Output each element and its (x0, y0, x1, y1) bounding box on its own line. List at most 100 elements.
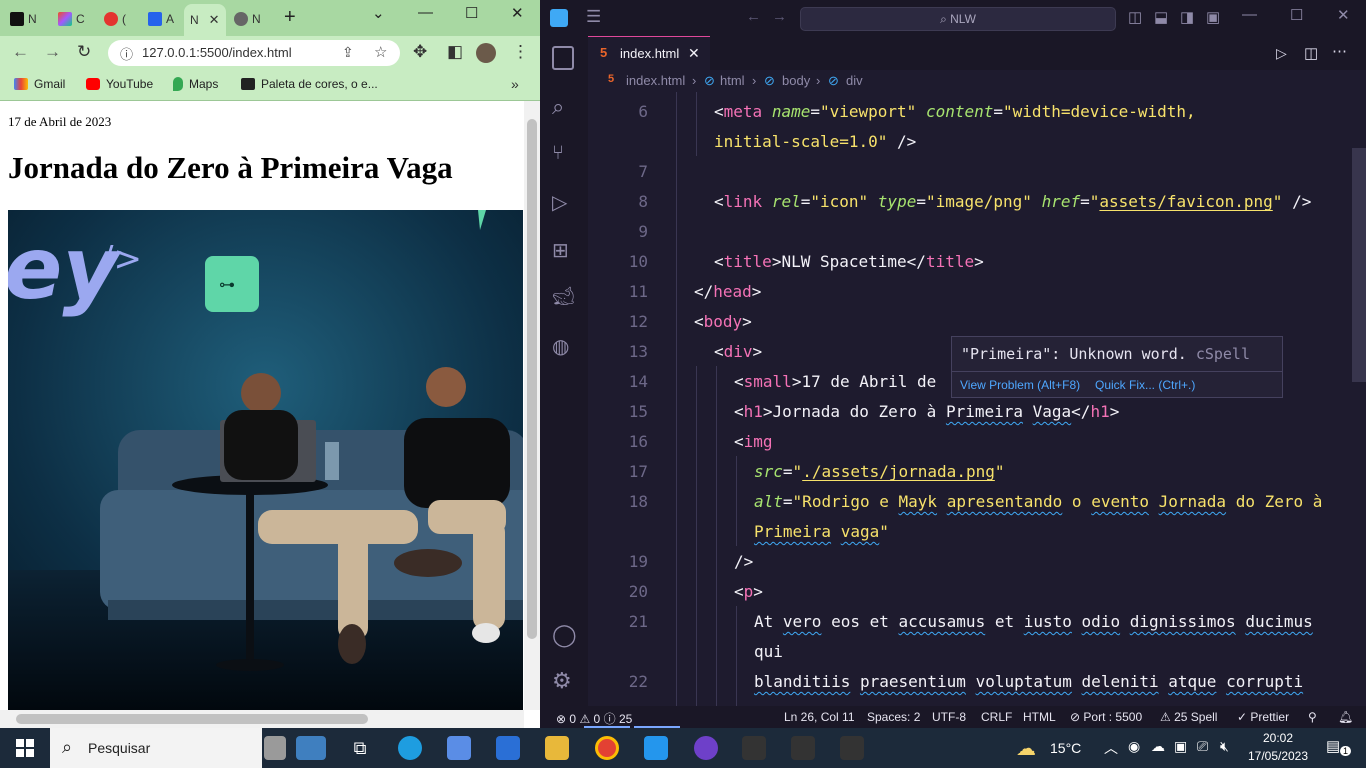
settings-gear-icon[interactable]: ⚙ (552, 668, 576, 693)
quick-fix-link[interactable]: Quick Fix... (Ctrl+.) (1095, 378, 1195, 392)
bookmark-maps[interactable]: Maps (173, 77, 218, 91)
task-view-icon[interactable]: ⧉ (348, 736, 372, 760)
code-editor[interactable]: 6 7 8 9 10 11 12 13 14 15 16 17 18 19 20… (588, 92, 1354, 706)
toggle-panel-icon[interactable]: ⬓ (1154, 8, 1168, 26)
git-graph-icon[interactable]: ◍ (552, 334, 576, 358)
meet-icon[interactable]: ◉ (1128, 738, 1140, 755)
editor-tab-index-html[interactable]: 5 index.html ✕ (588, 36, 710, 71)
browser-tab[interactable]: N (10, 6, 37, 32)
volume-icon[interactable]: 🔇︎ (1220, 738, 1229, 755)
indentation[interactable]: Spaces: 2 (867, 710, 920, 724)
menu-icon[interactable]: ☰ (586, 7, 601, 27)
avatar[interactable] (476, 43, 496, 63)
source-control-icon[interactable]: ⑂ (552, 142, 576, 166)
explorer-icon[interactable] (552, 46, 574, 70)
browser-tab[interactable]: N (234, 6, 261, 32)
trash-icon[interactable] (264, 736, 286, 760)
file-explorer-icon[interactable] (545, 736, 569, 760)
app-icon[interactable] (742, 736, 766, 760)
maximize-icon[interactable]: ☐ (465, 4, 478, 22)
back-icon[interactable]: ← (12, 42, 29, 62)
prettier-status[interactable]: ✓ Prettier (1237, 710, 1289, 724)
split-editor-icon[interactable]: ◫ (1304, 44, 1318, 62)
bookmark-paleta[interactable]: Paleta de cores, o e... (241, 77, 378, 91)
more-menu-icon[interactable]: ⋮ (512, 42, 529, 62)
breadcrumb-item[interactable]: body (782, 73, 810, 88)
new-tab-icon[interactable]: + (284, 6, 296, 29)
layout-icon[interactable]: ▣ (1206, 8, 1220, 26)
share-icon[interactable]: ⇪ (342, 44, 354, 61)
extensions-icon[interactable]: ⊞ (552, 238, 576, 262)
github-desktop-icon[interactable] (694, 736, 718, 760)
search-icon[interactable]: ⌕ (552, 94, 576, 119)
toggle-secondary-sidebar-icon[interactable]: ◨ (1180, 8, 1194, 26)
breadcrumb-item[interactable]: index.html (626, 73, 685, 88)
network-icon[interactable]: ⎚ (1197, 738, 1208, 755)
notification-center-icon[interactable]: ▤ (1326, 737, 1340, 755)
accounts-icon[interactable]: ⚲ (1308, 710, 1317, 724)
close-window-icon[interactable]: ✕ (1337, 6, 1350, 24)
windows-start-icon[interactable] (16, 739, 34, 757)
forward-icon[interactable]: → (44, 42, 61, 62)
site-info-icon[interactable]: ⓘ (120, 44, 133, 63)
problems-indicator[interactable]: ⊗ 0 ⚠ 0 ⓘ 25 (556, 710, 632, 727)
editor-vertical-scrollbar[interactable] (1352, 92, 1366, 706)
docker-icon[interactable]: 🐋︎ (552, 286, 576, 310)
live-server-port[interactable]: ⊘ Port : 5500 (1070, 710, 1142, 724)
close-tab-icon[interactable]: ✕ (688, 45, 700, 62)
address-bar[interactable]: ⓘ 127.0.0.1:5500/index.html ⇪ ☆ (108, 40, 400, 66)
more-actions-icon[interactable]: ⋯ (1332, 42, 1347, 60)
close-tab-icon[interactable]: ✕ (209, 12, 220, 28)
taskbar-search[interactable]: ⌕ Pesquisar (50, 728, 262, 768)
breadcrumb-item[interactable]: div (846, 73, 863, 88)
browser-tab-active[interactable]: N ✕ (184, 4, 226, 36)
weather-temperature[interactable]: 15°C (1050, 740, 1081, 756)
app-icon[interactable] (791, 736, 815, 760)
clock-time[interactable]: 20:02 (1250, 731, 1306, 745)
browser-tab[interactable]: C (58, 6, 85, 32)
bookmark-gmail[interactable]: Gmail (14, 77, 65, 91)
minimize-icon[interactable]: — (418, 4, 433, 21)
forward-icon[interactable]: → (772, 8, 787, 25)
page-vertical-scrollbar[interactable] (524, 101, 540, 710)
vscode-icon[interactable] (644, 736, 668, 760)
spell-status[interactable]: ⚠ 25 Spell (1160, 710, 1217, 724)
run-debug-icon[interactable]: ▷ (552, 190, 576, 214)
star-icon[interactable]: ☆ (374, 43, 387, 61)
bookmark-youtube[interactable]: YouTube (86, 77, 153, 91)
cloud-icon[interactable]: ☁ (1151, 738, 1165, 755)
browser-tab[interactable]: ( (104, 6, 126, 32)
chevron-down-icon[interactable]: ⌄ (372, 4, 385, 22)
side-panel-icon[interactable]: ◧ (447, 42, 463, 62)
app-icon[interactable] (840, 736, 864, 760)
browser-tab[interactable]: A (148, 6, 174, 32)
command-center-search[interactable]: ⌕ NLW (800, 7, 1116, 31)
page-horizontal-scrollbar[interactable] (0, 710, 524, 728)
view-problem-link[interactable]: View Problem (Alt+F8) (960, 378, 1080, 392)
minimize-icon[interactable]: — (1242, 6, 1257, 23)
encoding[interactable]: UTF-8 (932, 710, 966, 724)
chrome-icon[interactable] (595, 736, 619, 760)
close-window-icon[interactable]: ✕ (511, 4, 524, 22)
language-mode[interactable]: HTML (1023, 710, 1056, 724)
store-icon[interactable] (447, 736, 471, 760)
reload-icon[interactable]: ↻ (77, 42, 91, 62)
mail-icon[interactable] (496, 736, 520, 760)
run-icon[interactable]: ▷ (1276, 45, 1287, 62)
accounts-icon[interactable]: ◯ (552, 622, 577, 647)
map-icon[interactable] (296, 736, 326, 760)
maximize-icon[interactable]: ☐ (1290, 6, 1303, 24)
more-bookmarks-icon[interactable]: » (511, 76, 519, 92)
chevron-up-icon[interactable]: ︿ (1104, 738, 1118, 758)
extensions-icon[interactable]: ✥ (413, 42, 427, 62)
clock-date[interactable]: 17/05/2023 (1246, 749, 1310, 763)
battery-icon[interactable]: ▣ (1174, 738, 1187, 755)
cursor-position[interactable]: Ln 26, Col 11 (784, 710, 855, 724)
breadcrumb-item[interactable]: html (720, 73, 745, 88)
toggle-sidebar-icon[interactable]: ◫ (1128, 8, 1142, 26)
weather-icon[interactable]: ☁ (1016, 736, 1036, 761)
line-ending[interactable]: CRLF (981, 710, 1012, 724)
edge-icon[interactable] (398, 736, 422, 760)
notifications-icon[interactable]: 🔔︎ (1338, 710, 1353, 724)
back-icon[interactable]: ← (746, 8, 761, 25)
